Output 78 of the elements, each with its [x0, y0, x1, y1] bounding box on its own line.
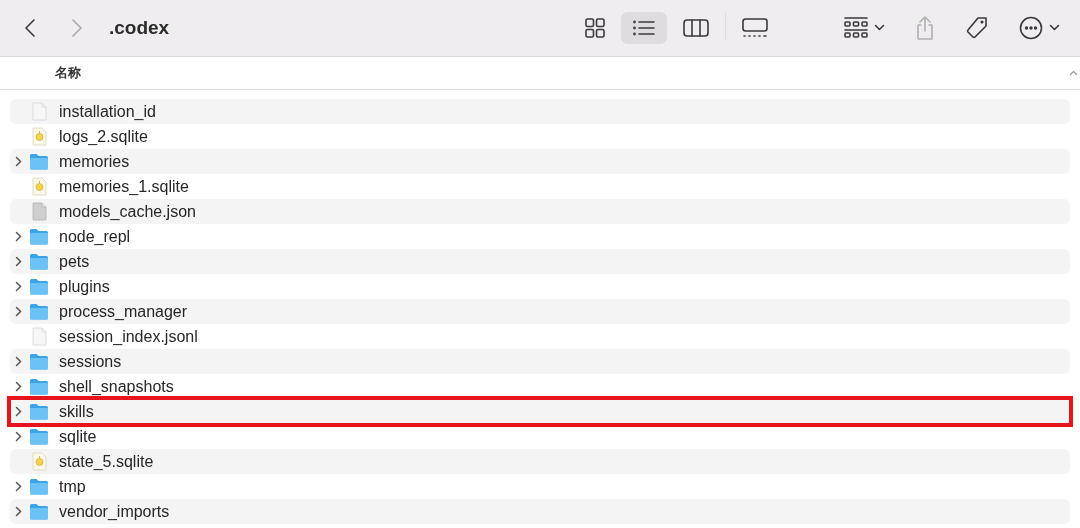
file-name: plugins	[59, 277, 110, 296]
disclosure-icon[interactable]	[14, 431, 22, 442]
file-row[interactable]: memories	[10, 149, 1070, 174]
folder-icon	[29, 253, 49, 270]
file-row[interactable]: tmp	[10, 474, 1070, 499]
chevron-down-icon	[874, 24, 885, 32]
chevron-down-icon	[1049, 24, 1060, 32]
disclosure-icon[interactable]	[14, 481, 22, 492]
file-name: tmp	[59, 477, 86, 496]
file-name: session_index.jsonl	[59, 327, 198, 346]
column-header[interactable]: 名称	[55, 64, 81, 82]
folder-icon	[29, 428, 49, 445]
disclosure-icon[interactable]	[14, 256, 22, 267]
file-name: shell_snapshots	[59, 377, 174, 396]
file-name: state_5.sqlite	[59, 452, 154, 471]
database-file-icon	[31, 177, 47, 196]
file-name: memories_1.sqlite	[59, 177, 189, 196]
file-name: models_cache.json	[59, 202, 196, 221]
folder-icon	[29, 478, 49, 495]
grid-icon	[585, 18, 605, 38]
document-icon	[31, 102, 47, 121]
file-name: node_repl	[59, 227, 131, 246]
disclosure-icon[interactable]	[14, 231, 22, 242]
sort-caret-icon	[1069, 70, 1078, 76]
file-name: process_manager	[59, 302, 188, 321]
file-name: sessions	[59, 352, 122, 371]
list-icon	[633, 20, 655, 36]
document-icon	[31, 327, 47, 346]
more-icon	[1019, 16, 1043, 40]
gallery-icon	[742, 18, 768, 38]
file-row[interactable]: models_cache.json	[10, 199, 1070, 224]
folder-icon	[29, 403, 49, 420]
file-row[interactable]: installation_id	[10, 99, 1070, 124]
folder-icon	[29, 278, 49, 295]
file-row[interactable]: process_manager	[10, 299, 1070, 324]
file-name: skills	[59, 402, 94, 421]
back-icon	[24, 18, 36, 38]
file-name: vendor_imports	[59, 502, 170, 521]
window-title: .codex	[109, 17, 170, 39]
disclosure-icon[interactable]	[14, 281, 22, 292]
file-row[interactable]: sqlite	[10, 424, 1070, 449]
folder-icon	[29, 503, 49, 520]
file-row[interactable]: shell_snapshots	[10, 374, 1070, 399]
file-name: logs_2.sqlite	[59, 127, 148, 146]
file-row[interactable]: node_repl	[10, 224, 1070, 249]
disclosure-icon[interactable]	[14, 356, 22, 367]
forward-icon	[71, 18, 83, 38]
folder-icon	[29, 353, 49, 370]
columns-icon	[683, 19, 709, 37]
database-file-icon	[31, 127, 47, 146]
file-name: installation_id	[59, 102, 156, 121]
database-file-icon	[31, 452, 47, 471]
folder-icon	[29, 153, 49, 170]
file-row[interactable]: memories_1.sqlite	[10, 174, 1070, 199]
view-button[interactable]	[621, 12, 667, 44]
tag-icon	[965, 16, 989, 40]
folder-icon	[29, 378, 49, 395]
disclosure-icon[interactable]	[14, 506, 22, 517]
folder-icon	[29, 228, 49, 245]
file-row[interactable]: vendor_imports	[10, 499, 1070, 524]
file-name: pets	[59, 252, 90, 271]
file-row[interactable]: pets	[10, 249, 1070, 274]
disclosure-icon[interactable]	[14, 381, 22, 392]
file-name: memories	[59, 152, 130, 171]
file-row[interactable]: state_5.sqlite	[10, 449, 1070, 474]
disclosure-icon[interactable]	[14, 156, 22, 167]
disclosure-icon[interactable]	[14, 306, 22, 317]
share-icon	[915, 16, 935, 40]
folder-icon	[29, 303, 49, 320]
file-row[interactable]: plugins	[10, 274, 1070, 299]
file-row[interactable]: skills	[10, 399, 1070, 424]
file-row[interactable]: session_index.jsonl	[10, 324, 1070, 349]
file-row[interactable]: sessions	[10, 349, 1070, 374]
document-icon	[31, 202, 47, 221]
file-row[interactable]: logs_2.sqlite	[10, 124, 1070, 149]
group-icon	[844, 17, 868, 39]
disclosure-icon[interactable]	[14, 406, 22, 417]
file-name: sqlite	[59, 427, 97, 446]
